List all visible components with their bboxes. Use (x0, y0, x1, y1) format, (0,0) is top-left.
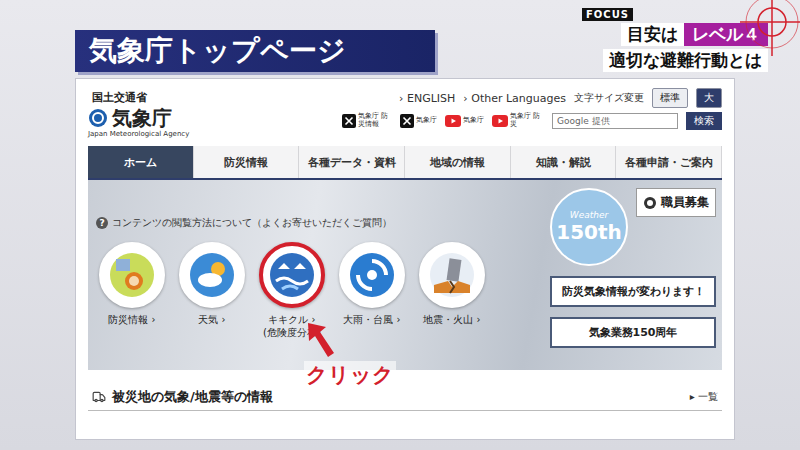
nav-item[interactable]: 防災情報 (194, 146, 300, 178)
click-label: クリック (304, 361, 396, 389)
jma-logo-icon (88, 108, 108, 128)
content-icon-item[interactable]: キキクル ›(危険度分布) (256, 242, 328, 339)
social-link[interactable]: 気象庁 (445, 115, 484, 127)
jobs-button[interactable]: 職員募集 (636, 188, 716, 217)
site-header: 国土交通省気象庁Japan Meteorological Agency› ENG… (88, 88, 722, 146)
font-size-label: 文字サイズ変更 (574, 91, 644, 105)
top-bar: 気象庁トップページ 目安はレベル４適切な避難行動とは (0, 0, 800, 78)
social-link[interactable]: 気象庁 (400, 114, 437, 128)
nav-item[interactable]: 各種データ・資料 (299, 146, 405, 178)
hero-area: ?コンテンツの閲覧方法について（よくお寄せいただくご質問） 防災情報 › 天気 › キ… (88, 180, 722, 370)
content-icon-label[interactable]: 大雨・台風 › (343, 313, 400, 326)
hero-right: Weather150th 職員募集防災気象情報が変わります！ 気象業務150周年 (550, 180, 716, 370)
x-logo-icon[interactable] (342, 114, 356, 128)
content-icon-label[interactable]: 防災情報 › (108, 313, 155, 326)
hero-right-top: Weather150th 職員募集 (550, 188, 716, 266)
content-icon-circle[interactable] (419, 242, 485, 308)
social-link[interactable]: 気象庁 防災情報 (342, 113, 392, 128)
youtube-logo-icon[interactable] (445, 115, 461, 127)
badge-main: 150th (556, 220, 622, 244)
anniversary-badge: Weather150th (550, 188, 628, 266)
lang-link[interactable]: › Other Languages (463, 92, 566, 105)
mascot-icon (643, 196, 657, 210)
faq-link[interactable]: ?コンテンツの閲覧方法について（よくお寄せいただくご質問） (96, 216, 488, 230)
broadcast-frame: 気象庁トップページ目安はレベル４適切な避難行動とはFOCUS国土交通省気象庁Ja… (0, 0, 800, 450)
font-size-button[interactable]: 標準 (652, 88, 688, 108)
question-icon: ? (96, 217, 108, 229)
subheadline: 適切な避難行動とは (603, 49, 768, 72)
x-logo-icon[interactable] (400, 114, 414, 128)
more-link[interactable]: ▸ 一覧 (690, 390, 718, 404)
main-nav: ホーム防災情報各種データ・資料地域の情報知識・解説各種申請・ご案内 (88, 146, 722, 180)
content-icon-item[interactable]: 天気 › (176, 242, 248, 339)
nav-item[interactable]: ホーム (88, 146, 194, 178)
typhoon-icon (348, 251, 396, 299)
content-icons: 防災情報 › 天気 › キキクル ›(危険度分布) 大雨・台風 › 地震・火山 › (96, 242, 488, 339)
program-logo: FOCUS (582, 8, 633, 21)
lang-row: › ENGLISH › Other Languages 文字サイズ変更標準大 (399, 88, 722, 108)
bousai-icon (108, 251, 156, 299)
social-search-row: 気象庁 防災情報 気象庁 気象庁 気象庁 防災 Google 提供検索 (342, 112, 722, 130)
segment-title: 気象庁トップページ (75, 30, 435, 72)
website-screenshot: 国土交通省気象庁Japan Meteorological Agency› ENG… (75, 78, 735, 440)
content-icon-item[interactable]: 大雨・台風 › (336, 242, 408, 339)
nav-item[interactable]: 知識・解説 (511, 146, 617, 178)
section-header: 被災地の気象/地震等の情報 ▸ 一覧 (88, 384, 722, 411)
site-name: 気象庁 (112, 107, 172, 129)
truck-icon (92, 390, 106, 404)
section-title: 被災地の気象/地震等の情報 (92, 388, 273, 406)
nav-item[interactable]: 各種申請・ご案内 (616, 146, 722, 178)
youtube-logo-icon[interactable] (492, 115, 508, 127)
social-label: 気象庁 (463, 117, 484, 125)
header-tools: › ENGLISH › Other Languages 文字サイズ変更標準大気象庁 … (342, 88, 722, 146)
kikikuru-icon (268, 251, 316, 299)
click-annotation: クリック (304, 319, 396, 389)
lang-link[interactable]: › ENGLISH (399, 92, 455, 105)
social-label: 気象庁 (416, 117, 437, 125)
site-name-en: Japan Meteorological Agency (88, 130, 189, 138)
badge-top: Weather (570, 210, 608, 220)
headline: 目安はレベル４適切な避難行動とは (603, 23, 768, 73)
ministry-name: 国土交通省 (88, 90, 189, 105)
content-icon-label[interactable]: 天気 › (198, 313, 225, 326)
social-link[interactable]: 気象庁 防災 (492, 113, 544, 128)
headline-prefix: 目安は (621, 23, 684, 46)
search-field[interactable]: Google 提供 (552, 113, 678, 129)
content-icon-item[interactable]: 防災情報 › (96, 242, 168, 339)
quake-icon (428, 251, 476, 299)
hero-left: ?コンテンツの閲覧方法について（よくお寄せいただくご質問） 防災情報 › 天気 › キ… (96, 180, 488, 370)
info-banner[interactable]: 防災気象情報が変わります！ (550, 276, 716, 307)
content-icon-circle[interactable] (99, 242, 165, 308)
font-size-button[interactable]: 大 (696, 88, 722, 108)
content-icon-circle[interactable] (179, 242, 245, 308)
crosshair-icon (710, 0, 800, 72)
brand-row: 気象庁 (88, 107, 189, 129)
search-button[interactable]: 検索 (686, 112, 722, 130)
content-icon-circle[interactable] (339, 242, 405, 308)
site-brand[interactable]: 国土交通省気象庁Japan Meteorological Agency (88, 88, 189, 146)
nav-item[interactable]: 地域の情報 (405, 146, 511, 178)
social-label: 気象庁 防災情報 (358, 113, 392, 128)
info-banner[interactable]: 気象業務150周年 (550, 317, 716, 348)
content-icon-item[interactable]: 地震・火山 › (416, 242, 488, 339)
content-icon-circle[interactable] (259, 242, 325, 308)
arrow-icon (304, 319, 338, 359)
weather-icon (188, 251, 236, 299)
content-icon-label[interactable]: 地震・火山 › (423, 313, 480, 326)
social-label: 気象庁 防災 (510, 113, 544, 128)
